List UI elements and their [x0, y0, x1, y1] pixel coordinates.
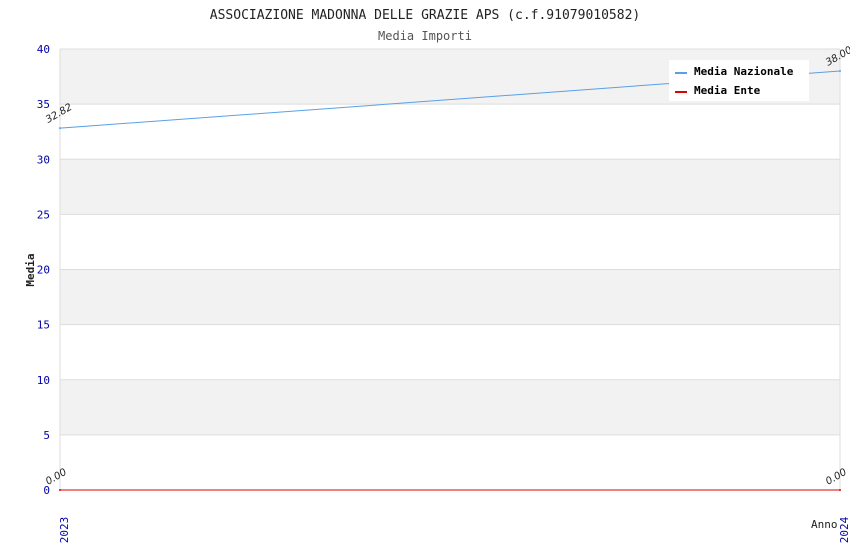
y-tick-label: 35 — [37, 98, 50, 111]
y-axis-label: Media — [24, 253, 37, 286]
plot-band — [60, 379, 840, 435]
legend: Media Nazionale Media Ente — [669, 60, 809, 101]
legend-label-media-ente: Media Ente — [694, 84, 761, 97]
x-tick-label: 2024 — [838, 516, 850, 543]
data-point — [59, 489, 61, 491]
data-point — [839, 489, 841, 491]
y-tick-label: 10 — [37, 374, 50, 387]
y-tick-label: 20 — [37, 264, 50, 277]
y-axis-ticks: 0510152025303540 — [37, 43, 50, 497]
legend-label-media-nazionale: Media Nazionale — [694, 65, 794, 78]
x-axis-label: Anno — [811, 518, 838, 531]
data-point — [839, 70, 841, 73]
y-tick-label: 40 — [37, 43, 50, 56]
y-tick-label: 5 — [43, 429, 50, 442]
chart-subtitle: Media Importi — [378, 29, 472, 43]
y-tick-label: 25 — [37, 208, 50, 221]
plot-band — [60, 269, 840, 325]
plot-band — [60, 159, 840, 215]
y-tick-label: 30 — [37, 153, 50, 166]
x-axis-ticks: 2023 2024 — [58, 516, 850, 543]
chart: ASSOCIAZIONE MADONNA DELLE GRAZIE APS (c… — [24, 8, 850, 543]
y-tick-label: 15 — [37, 319, 50, 332]
data-point — [59, 127, 61, 130]
chart-title: ASSOCIAZIONE MADONNA DELLE GRAZIE APS (c… — [210, 8, 640, 23]
x-tick-label: 2023 — [58, 517, 71, 544]
